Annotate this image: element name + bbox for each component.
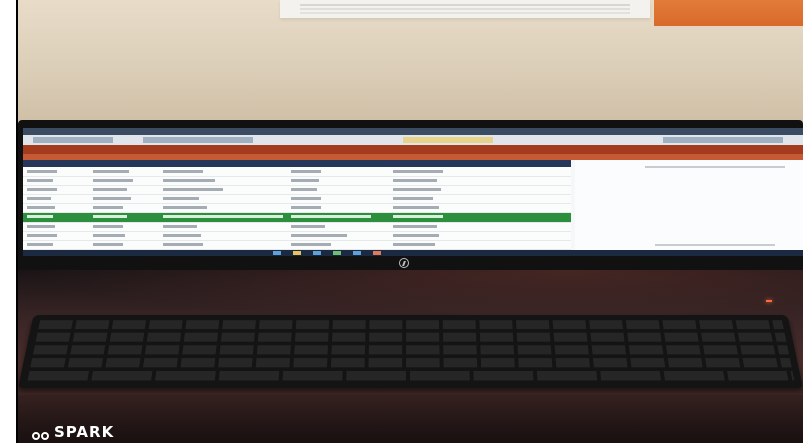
camera-lens-icon [32,426,50,440]
toolbar-ribbon [23,135,803,145]
left-border [0,0,18,443]
watermark-brand: SPARK [54,423,115,441]
orange-object [654,0,803,26]
taskbar [23,250,803,256]
monitor-screen [23,128,803,256]
wall-paper [280,0,650,18]
table-header [23,160,571,167]
keyboard [18,314,803,388]
table-row [23,168,571,177]
table-row [23,223,571,232]
table-row [23,186,571,195]
browser-tab-bar [23,128,803,135]
camera-watermark: SPARK [32,418,114,440]
photo-frame: SPARK [0,0,803,443]
data-table [23,160,571,250]
table-row [23,177,571,186]
power-led [766,300,772,302]
table-row [23,195,571,204]
table-row [23,232,571,241]
table-row [23,241,571,250]
monitor [18,120,803,270]
table-row [23,204,571,213]
monitor-photo [18,0,803,443]
right-pane [575,160,803,250]
hp-logo-icon [399,258,409,268]
selected-table-row [23,213,571,223]
app-title-bar [23,145,803,154]
